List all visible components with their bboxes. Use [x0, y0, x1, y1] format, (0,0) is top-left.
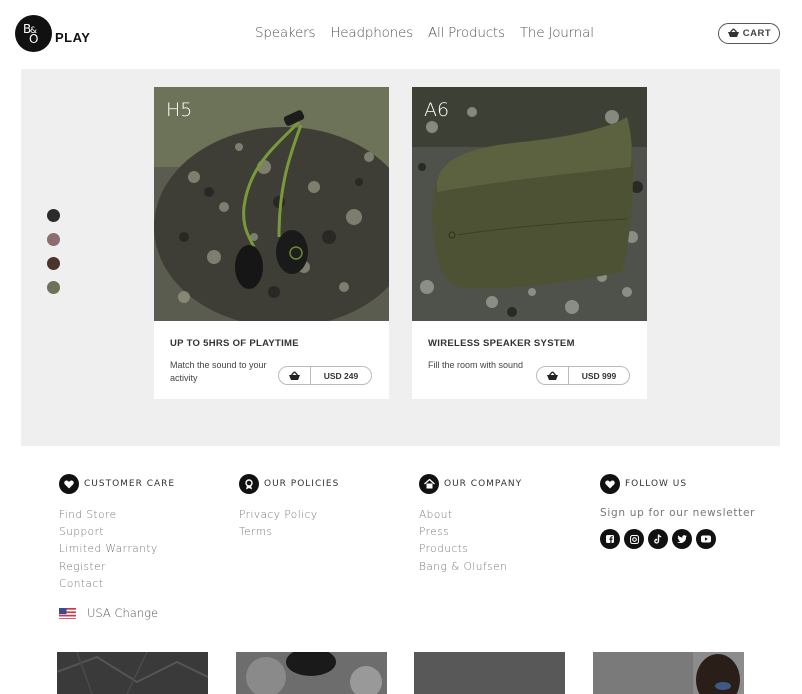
product-code: H5: [166, 99, 193, 121]
footer-link-register[interactable]: Register: [59, 559, 175, 576]
nav-headphones[interactable]: Headphones: [330, 25, 413, 41]
footer-heading: CUSTOMER CARE: [84, 479, 176, 489]
main-nav: Speakers Headphones All Products The Jou…: [255, 25, 609, 41]
product-title: UP TO 5HRS OF PLAYTIME: [170, 338, 299, 349]
bo-logo-mark: B & O: [15, 15, 52, 52]
heart-icon: [600, 474, 620, 494]
product-carousel: H5 UP TO 5HRS OF PLAYTIME Match the soun…: [21, 69, 780, 446]
twitter-icon[interactable]: [672, 529, 692, 549]
swatch-dot[interactable]: [47, 209, 60, 222]
nav-all-products[interactable]: All Products: [428, 25, 505, 41]
cart-button[interactable]: CART: [718, 23, 780, 44]
footer-link-privacy[interactable]: Privacy Policy: [239, 507, 339, 524]
heart-icon: [59, 474, 79, 494]
product-image-h5[interactable]: H5: [154, 87, 389, 321]
country-selector[interactable]: USA Change: [59, 606, 158, 620]
product-price: USD 249: [323, 370, 359, 381]
product-image-a6[interactable]: A6: [412, 87, 647, 321]
product-description: Fill the room with sound: [428, 360, 524, 370]
newsletter-link[interactable]: Sign up for our newsletter: [600, 507, 755, 519]
swatch-dot[interactable]: [47, 281, 60, 294]
footer-link-about[interactable]: About: [419, 507, 522, 524]
color-swatches: [47, 209, 60, 305]
footer-link-press[interactable]: Press: [419, 524, 522, 541]
product-card-h5[interactable]: H5 UP TO 5HRS OF PLAYTIME Match the soun…: [154, 87, 389, 399]
footer-our-company: OUR COMPANY About Press Products Bang & …: [419, 474, 522, 576]
home-icon: [419, 474, 439, 494]
footer-heading: FOLLOW US: [625, 479, 688, 489]
footer-customer-care: CUSTOMER CARE Find Store Support Limited…: [59, 474, 175, 593]
swatch-dot[interactable]: [47, 233, 60, 246]
product-description: Match the sound to your activity: [170, 360, 267, 383]
youtube-icon[interactable]: [696, 529, 716, 549]
country-label: USA Change: [87, 606, 159, 620]
product-title: WIRELESS SPEAKER SYSTEM: [428, 338, 575, 349]
footer-follow-us: FOLLOW US Sign up for our newsletter: [600, 474, 755, 549]
footer-link-find-store[interactable]: Find Store: [59, 507, 175, 524]
journal-thumbnail[interactable]: [57, 652, 208, 694]
add-to-cart-button[interactable]: USD 249: [278, 366, 372, 385]
basket-icon: [727, 25, 740, 43]
us-flag-icon: [59, 607, 76, 619]
facebook-icon[interactable]: [600, 529, 620, 549]
tiktok-icon[interactable]: [648, 529, 668, 549]
footer-link-terms[interactable]: Terms: [239, 524, 339, 541]
swatch-dot[interactable]: [47, 257, 60, 270]
basket-icon: [279, 367, 311, 384]
add-to-cart-button[interactable]: USD 999: [536, 366, 630, 385]
nav-journal[interactable]: The Journal: [520, 25, 594, 41]
footer-heading: OUR COMPANY: [444, 479, 523, 489]
footer-link-products[interactable]: Products: [419, 541, 522, 558]
footer-link-support[interactable]: Support: [59, 524, 175, 541]
nav-speakers[interactable]: Speakers: [255, 25, 316, 41]
footer-link-contact[interactable]: Contact: [59, 576, 175, 593]
award-icon: [239, 474, 259, 494]
product-price: USD 999: [581, 370, 617, 381]
journal-thumbnail[interactable]: [236, 652, 387, 694]
social-links: [600, 529, 755, 549]
footer-our-policies: OUR POLICIES Privacy Policy Terms: [239, 474, 339, 541]
footer-link-bang-olufsen[interactable]: Bang & Olufsen: [419, 559, 522, 576]
brand-logo[interactable]: B & O PLAY: [15, 15, 90, 52]
footer-link-warranty[interactable]: Limited Warranty: [59, 541, 175, 558]
logo-text: PLAY: [55, 30, 91, 45]
product-code: A6: [424, 99, 450, 121]
journal-thumbnail[interactable]: [593, 652, 744, 694]
basket-icon: [537, 367, 569, 384]
journal-thumbnail[interactable]: [414, 652, 565, 694]
instagram-icon[interactable]: [624, 529, 644, 549]
product-card-a6[interactable]: A6 WIRELESS SPEAKER SYSTEM Fill the room…: [412, 87, 647, 399]
footer-heading: OUR POLICIES: [264, 479, 340, 489]
